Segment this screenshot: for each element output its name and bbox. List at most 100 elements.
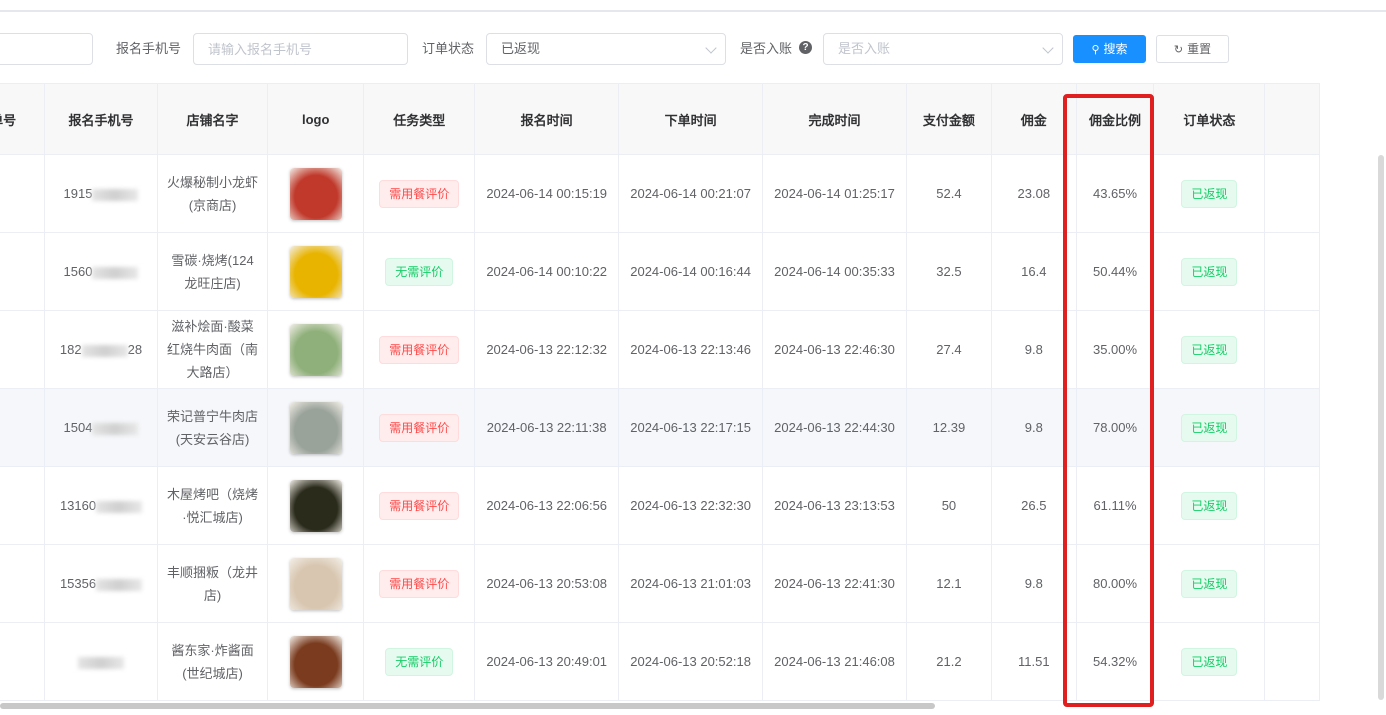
complete-time-cell: 2024-06-13 23:13:53 <box>762 466 907 545</box>
shop-name-line: (世纪城店) <box>182 665 243 681</box>
shop-name-line: 雪碳·烧烤(124 <box>171 252 254 268</box>
shop-logo-image[interactable] <box>289 557 342 610</box>
phone-cell: 1560 <box>44 232 158 311</box>
phone-cell <box>44 622 158 701</box>
col-logo[interactable]: logo <box>267 83 365 155</box>
shop-name-line: 店) <box>203 587 222 603</box>
col-order-no[interactable]: 单号 <box>0 83 46 155</box>
order-status-cell: 已返现 <box>1153 466 1266 545</box>
shop-logo-image[interactable] <box>289 323 342 376</box>
phone-text: 13160 <box>59 498 97 513</box>
phone-masked <box>81 344 128 357</box>
col-commission[interactable]: 佣金 <box>990 83 1077 155</box>
col-order-status[interactable]: 订单状态 <box>1153 83 1266 155</box>
actions-cell <box>1264 310 1320 389</box>
vertical-scrollbar[interactable] <box>1378 155 1384 700</box>
commission-cell: 16.4 <box>990 232 1077 311</box>
task-type-tag: 需用餐评价 <box>379 413 460 442</box>
task-type-cell: 需用餐评价 <box>363 544 476 623</box>
horizontal-scrollbar[interactable] <box>0 703 935 709</box>
pay-amount-cell: 50 <box>905 466 992 545</box>
account-status-placeholder: 是否入账 <box>838 41 891 56</box>
shop-name-line: 红烧牛肉面（南 <box>167 342 259 357</box>
search-button[interactable]: ⚲ 搜索 <box>1073 35 1146 63</box>
task-type-cell: 需用餐评价 <box>363 466 476 545</box>
shop-name-cell: 火爆秘制小龙虾 (京商店) <box>156 154 269 233</box>
complete-time-cell: 2024-06-13 22:41:30 <box>762 544 907 623</box>
col-pay-amount[interactable]: 支付金额 <box>905 83 992 155</box>
col-complete-time[interactable]: 完成时间 <box>762 83 907 155</box>
col-phone[interactable]: 报名手机号 <box>44 83 158 155</box>
shop-name-cell: 雪碳·烧烤(124 龙旺庄店) <box>156 232 269 311</box>
logo-cell <box>267 232 365 311</box>
task-type-tag: 需用餐评价 <box>379 179 460 208</box>
col-shop-name[interactable]: 店铺名字 <box>156 83 269 155</box>
shop-logo-image[interactable] <box>289 401 342 454</box>
shop-logo-image[interactable] <box>289 167 342 220</box>
reset-button[interactable]: ↻ 重置 <box>1156 35 1229 63</box>
search-icon: ⚲ <box>1091 44 1100 56</box>
signup-time-cell: 2024-06-13 22:06:56 <box>474 466 620 545</box>
phone-cell: 182 28 <box>44 310 158 389</box>
commission-ratio-cell: 80.00% <box>1075 544 1155 623</box>
signup-time-cell: 2024-06-14 00:15:19 <box>474 154 620 233</box>
col-signup-time[interactable]: 报名时间 <box>474 83 620 155</box>
orders-table: 单号 报名手机号 店铺名字 logo 任务类型 报名时间 下单时间 完成时间 支… <box>0 83 1386 715</box>
order-status-tag: 已返现 <box>1181 491 1238 520</box>
pay-amount-cell: 21.2 <box>905 622 992 701</box>
col-task-type[interactable]: 任务类型 <box>363 83 476 155</box>
logo-cell <box>267 622 365 701</box>
shop-logo-image[interactable] <box>289 245 342 298</box>
account-filter-label: 是否入账 <box>740 41 793 56</box>
phone-text: 1560 <box>63 264 93 279</box>
col-commission-ratio[interactable]: 佣金比例 <box>1075 83 1155 155</box>
account-status-select[interactable]: 是否入账 <box>823 33 1063 65</box>
task-type-tag: 需用餐评价 <box>379 569 460 598</box>
order-status-tag: 已返现 <box>1181 413 1238 442</box>
phone-cell: 1504 <box>44 388 158 467</box>
logo-cell <box>267 544 365 623</box>
col-order-time[interactable]: 下单时间 <box>618 83 764 155</box>
order-status-cell: 已返现 <box>1153 154 1266 233</box>
order-status-select[interactable]: 已返现 <box>486 33 726 65</box>
table-row[interactable]: 1560 雪碳·烧烤(124 龙旺庄店) 无需评价 2024-06-14 00:10:2… <box>0 232 1320 311</box>
logo-cell <box>267 466 365 545</box>
table-row[interactable]: 15356 丰顺捆粄（龙井 店) 需用餐评价 2024-06-13 20:53:08 20… <box>0 544 1320 623</box>
order-status-tag: 已返现 <box>1181 569 1238 598</box>
table-row[interactable]: 1504 荣记普宁牛肉店 (天安云谷店) 需用餐评价 2024-06-13 22:11:… <box>0 388 1320 467</box>
task-type-cell: 需用餐评价 <box>363 310 476 389</box>
question-circle-icon[interactable]: ? <box>799 41 812 54</box>
actions-cell <box>1264 544 1320 623</box>
table-row[interactable]: 182 28 滋补烩面·酸菜 红烧牛肉面（南 大路店） 需用餐评价 2024-06-13 2… <box>0 310 1320 389</box>
order-status-cell: 已返现 <box>1153 622 1266 701</box>
shop-name-cell: 酱东家·炸酱面 (世纪城店) <box>156 622 269 701</box>
table-row[interactable]: 13160 木屋烤吧（烧烤 ·悦汇城店) 需用餐评价 2024-06-13 22:06:… <box>0 466 1320 545</box>
table-row[interactable]: 酱东家·炸酱面 (世纪城店) 无需评价 2024-06-13 20:49:01 2024… <box>0 622 1320 701</box>
phone-text: 1504 <box>63 420 93 435</box>
complete-time-cell: 2024-06-14 01:25:17 <box>762 154 907 233</box>
task-type-tag: 需用餐评价 <box>379 491 460 520</box>
task-type-cell: 需用餐评价 <box>363 388 476 467</box>
shop-name-line: 火爆秘制小龙虾 <box>167 174 259 190</box>
phone-input[interactable] <box>193 33 408 65</box>
commission-cell: 9.8 <box>990 544 1077 623</box>
order-time-cell: 2024-06-14 00:21:07 <box>618 154 764 233</box>
shop-name-line: 木屋烤吧（烧烤 <box>167 486 259 502</box>
shop-logo-image[interactable] <box>289 479 342 532</box>
shop-name-cell: 滋补烩面·酸菜 红烧牛肉面（南 大路店） <box>156 310 269 389</box>
actions-cell <box>1264 466 1320 545</box>
table-row[interactable]: 1915 火爆秘制小龙虾 (京商店) 需用餐评价 2024-06-14 00:15:19… <box>0 154 1320 233</box>
shop-name-line: 荣记普宁牛肉店 <box>167 408 259 424</box>
pay-amount-cell: 32.5 <box>905 232 992 311</box>
commission-ratio-cell: 54.32% <box>1075 622 1155 701</box>
reset-button-label: 重置 <box>1187 42 1212 56</box>
order-no-cell <box>0 232 46 311</box>
shop-name-cell: 荣记普宁牛肉店 (天安云谷店) <box>156 388 269 467</box>
actions-cell <box>1264 232 1320 311</box>
order-number-input[interactable] <box>0 33 93 65</box>
shop-logo-image[interactable] <box>289 635 342 688</box>
phone-text: 1915 <box>63 186 93 201</box>
phone-masked <box>92 422 139 435</box>
order-no-cell <box>0 544 46 623</box>
order-time-cell: 2024-06-13 20:52:18 <box>618 622 764 701</box>
